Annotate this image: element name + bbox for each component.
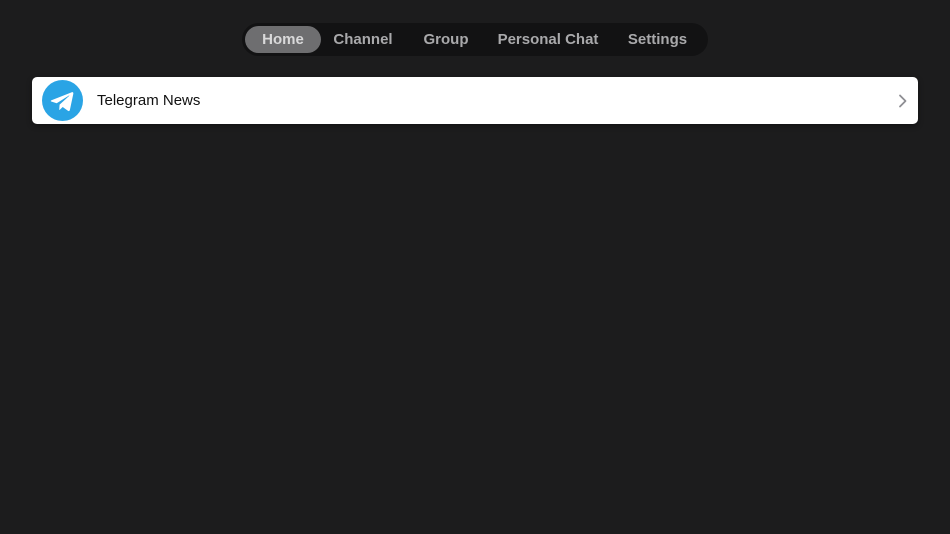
tab-settings[interactable]: Settings <box>619 26 696 53</box>
chevron-right-icon <box>899 94 907 108</box>
list-item-telegram-news[interactable]: Telegram News <box>32 77 918 124</box>
list-item-title: Telegram News <box>97 92 201 109</box>
top-tab-bar: Home Channel Group Personal Chat Setting… <box>242 23 708 56</box>
tab-group[interactable]: Group <box>417 26 475 53</box>
tab-home[interactable]: Home <box>245 26 321 53</box>
telegram-icon <box>42 80 83 121</box>
paper-plane-icon <box>50 92 74 112</box>
tab-personal-chat[interactable]: Personal Chat <box>492 26 604 53</box>
tab-channel[interactable]: Channel <box>326 26 400 53</box>
